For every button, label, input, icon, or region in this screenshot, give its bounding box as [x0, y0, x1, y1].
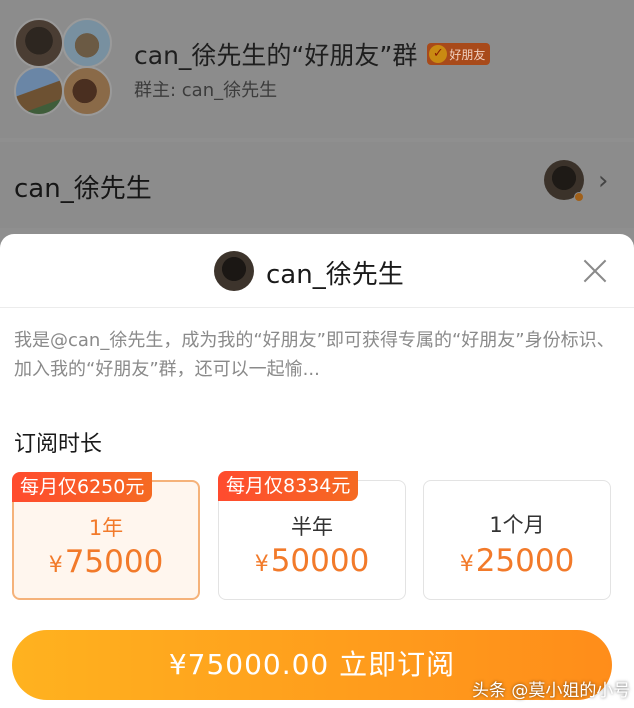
group-header[interactable]: can_徐先生的“好朋友”群 ✓ 好朋友 群主: can_徐先生 [0, 0, 634, 138]
plan-option-1-year[interactable]: 每月仅6250元 1年 ¥75000 [12, 472, 200, 600]
plan-badge: 每月仅6250元 [12, 472, 153, 502]
plan-price: ¥50000 [219, 543, 405, 579]
avatar [62, 18, 112, 68]
watermark: 头条 @莫小姐的小号 [472, 681, 631, 701]
plan-price-value: 50000 [270, 543, 370, 579]
group-title-text: can_徐先生的“好朋友”群 [134, 41, 418, 70]
plan-price-value: 75000 [64, 544, 164, 580]
sheet-description: 我是@can_徐先生，成为我的“好朋友”即可获得专属的“好朋友”身份标识、加入我… [14, 330, 615, 380]
avatar [214, 251, 254, 291]
group-avatar-cluster [14, 18, 114, 118]
plan-price: ¥75000 [14, 544, 198, 580]
currency-symbol: ¥ [459, 552, 474, 577]
fans-check-icon: ✓ [429, 45, 448, 63]
plan-price-value: 25000 [475, 543, 575, 579]
subscription-sheet: can_徐先生 我是@can_徐先生，成为我的“好朋友”即可获得专属的“好朋友”… [0, 234, 634, 708]
plan-duration: 半年 [291, 515, 333, 539]
plan-option-half-year[interactable]: 每月仅8334元 半年 ¥50000 [218, 471, 406, 600]
avatar [14, 66, 64, 116]
member-name: can_徐先生 [14, 174, 152, 204]
status-dot [574, 192, 584, 202]
group-title: can_徐先生的“好朋友”群 ✓ 好朋友 [134, 36, 491, 72]
member-row[interactable]: can_徐先生 [0, 142, 634, 228]
sheet-title: can_徐先生 [266, 260, 404, 290]
plan-duration: 1个月 [489, 513, 545, 537]
currency-symbol: ¥ [48, 553, 63, 578]
close-icon[interactable] [582, 258, 608, 284]
fans-badge-label: 好朋友 [449, 47, 486, 62]
avatar [14, 18, 64, 68]
plan-duration: 1年 [88, 516, 124, 540]
chevron-right-icon[interactable]: › [598, 166, 608, 196]
section-title: 订阅时长 [14, 432, 103, 457]
sheet-header: can_徐先生 [0, 234, 634, 308]
avatar [62, 66, 112, 116]
plan-option-1-month[interactable]: 1个月 ¥25000 [423, 480, 611, 600]
currency-symbol: ¥ [254, 552, 269, 577]
plan-badge: 每月仅8334元 [218, 471, 359, 501]
group-owner: 群主: can_徐先生 [134, 80, 278, 101]
fans-badge: ✓ 好朋友 [427, 43, 491, 65]
plan-price: ¥25000 [424, 543, 610, 579]
